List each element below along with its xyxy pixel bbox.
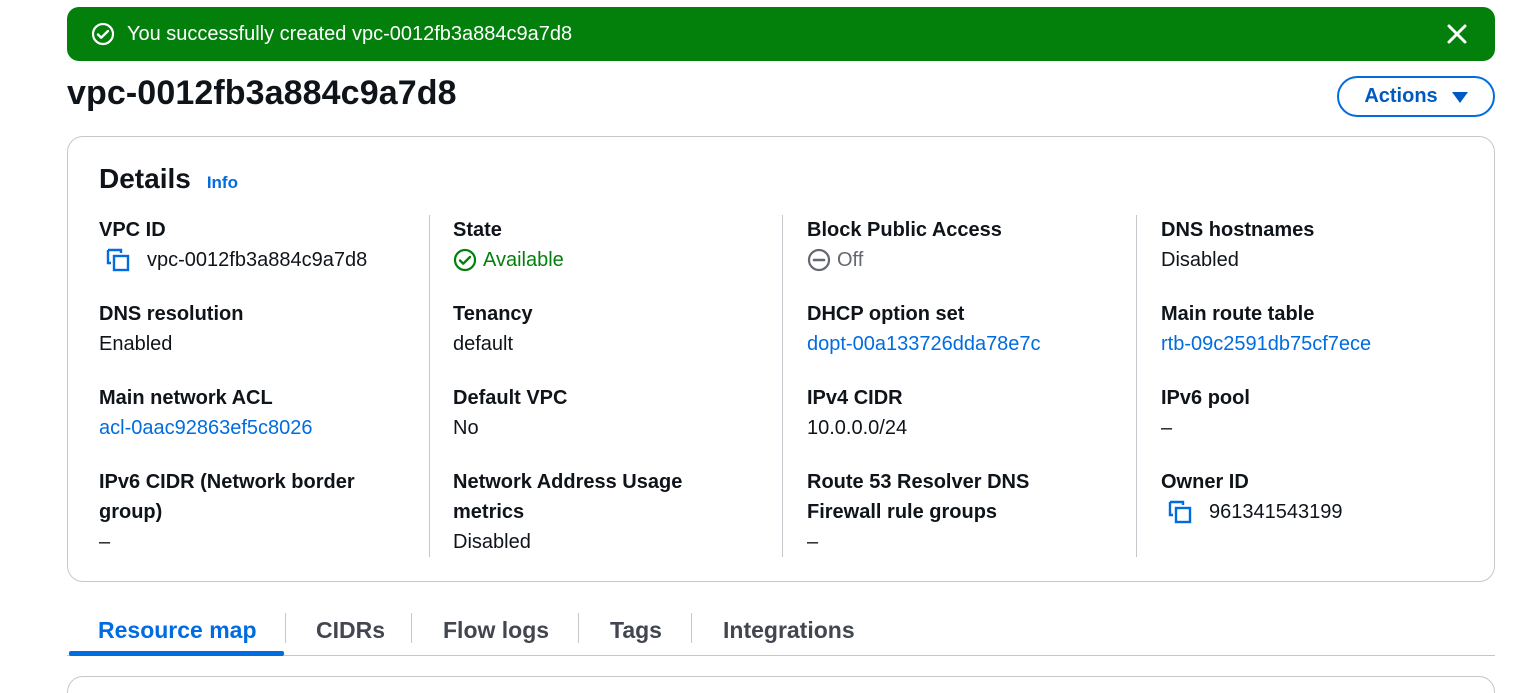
page-title: vpc-0012fb3a884c9a7d8: [67, 74, 457, 112]
dhcp-options-link[interactable]: dopt-00a133726dda78e7c: [807, 329, 1107, 359]
tab-integrations[interactable]: Integrations: [723, 605, 855, 655]
tab-separator: [578, 613, 579, 643]
status-text: Available: [483, 249, 564, 271]
caret-down-icon: [1451, 92, 1468, 103]
status-text: Off: [837, 249, 864, 271]
field-state: State Available: [453, 215, 753, 275]
field-main-network-acl: Main network ACL acl-0aac92863ef5c8026: [99, 383, 399, 443]
column-divider: [1136, 215, 1137, 557]
close-icon: [1447, 24, 1467, 44]
field-label: Default VPC: [453, 387, 568, 409]
column-divider: [429, 215, 430, 557]
field-value: Enabled: [99, 333, 173, 355]
tab-flow-logs[interactable]: Flow logs: [443, 605, 549, 655]
field-value: Disabled: [453, 531, 531, 553]
field-dhcp-option-set: DHCP option set dopt-00a133726dda78e7c: [807, 299, 1107, 359]
active-tab-indicator: [69, 651, 284, 656]
tab-resource-map[interactable]: Resource map: [98, 605, 257, 655]
field-value: 10.0.0.0/24: [807, 417, 908, 439]
field-label: Block Public Access: [807, 219, 1002, 241]
field-label: Tenancy: [453, 303, 533, 325]
tab-bar: Resource map CIDRs Flow logs Tags Integr…: [67, 605, 1495, 656]
field-main-route-table: Main route table rtb-09c2591db75cf7ece: [1161, 299, 1461, 359]
tab-separator: [691, 613, 692, 643]
field-value: 961341543199: [1209, 501, 1343, 523]
resource-map-panel: [67, 676, 1495, 693]
field-route53-firewall: Route 53 Resolver DNS Firewall rule grou…: [807, 467, 1067, 557]
field-nau-metrics: Network Address Usage metrics Disabled: [453, 467, 713, 557]
field-label: State: [453, 219, 502, 241]
field-value: No: [453, 417, 479, 439]
field-block-public-access: Block Public Access Off: [807, 215, 1107, 275]
field-vpc-id: VPC ID vpc-0012fb3a884c9a7d8: [99, 215, 399, 275]
field-value: –: [807, 531, 819, 553]
field-default-vpc: Default VPC No: [453, 383, 753, 443]
field-label: Network Address Usage metrics: [453, 471, 683, 523]
status-off-icon: [807, 248, 831, 272]
tab-tags[interactable]: Tags: [610, 605, 662, 655]
actions-dropdown-button[interactable]: Actions: [1337, 76, 1495, 117]
copy-icon[interactable]: [103, 245, 133, 275]
details-title: Details: [99, 163, 191, 194]
copy-icon[interactable]: [1165, 497, 1195, 527]
field-tenancy: Tenancy default: [453, 299, 753, 359]
field-label: DHCP option set: [807, 303, 965, 325]
close-flash-button[interactable]: [1443, 20, 1471, 48]
success-flash-banner: You successfully created vpc-0012fb3a884…: [67, 7, 1495, 61]
field-label: IPv4 CIDR: [807, 387, 903, 409]
route-table-link[interactable]: rtb-09c2591db75cf7ece: [1161, 329, 1461, 359]
field-label: IPv6 CIDR (Network border group): [99, 471, 355, 523]
success-check-icon: [91, 22, 115, 46]
field-label: IPv6 pool: [1161, 387, 1250, 409]
status-available-icon: [453, 248, 477, 272]
field-label: DNS hostnames: [1161, 219, 1315, 241]
actions-label: Actions: [1364, 85, 1438, 107]
field-value: –: [99, 531, 111, 553]
field-value: Disabled: [1161, 249, 1239, 271]
info-link[interactable]: Info: [207, 173, 238, 193]
field-ipv4-cidr: IPv4 CIDR 10.0.0.0/24: [807, 383, 1107, 443]
field-label: Owner ID: [1161, 471, 1249, 493]
field-label: Main network ACL: [99, 387, 273, 409]
field-dns-resolution: DNS resolution Enabled: [99, 299, 399, 359]
tab-cidrs[interactable]: CIDRs: [316, 605, 385, 655]
details-panel: Details Info VPC ID vpc-0012fb3a884c9a7d…: [67, 136, 1495, 582]
tab-separator: [411, 613, 412, 643]
field-label: Route 53 Resolver DNS Firewall rule grou…: [807, 471, 1030, 523]
acl-link[interactable]: acl-0aac92863ef5c8026: [99, 413, 399, 443]
field-label: VPC ID: [99, 219, 166, 241]
field-value: vpc-0012fb3a884c9a7d8: [147, 249, 368, 271]
flash-message: You successfully created vpc-0012fb3a884…: [127, 22, 573, 45]
field-dns-hostnames: DNS hostnames Disabled: [1161, 215, 1461, 275]
field-label: DNS resolution: [99, 303, 244, 325]
field-ipv6-cidr: IPv6 CIDR (Network border group) –: [99, 467, 389, 557]
field-label: Main route table: [1161, 303, 1315, 325]
column-divider: [782, 215, 783, 557]
tab-separator: [285, 613, 286, 643]
field-value: –: [1161, 417, 1173, 439]
field-ipv6-pool: IPv6 pool –: [1161, 383, 1461, 443]
field-owner-id: Owner ID 961341543199: [1161, 467, 1461, 527]
field-value: default: [453, 333, 514, 355]
